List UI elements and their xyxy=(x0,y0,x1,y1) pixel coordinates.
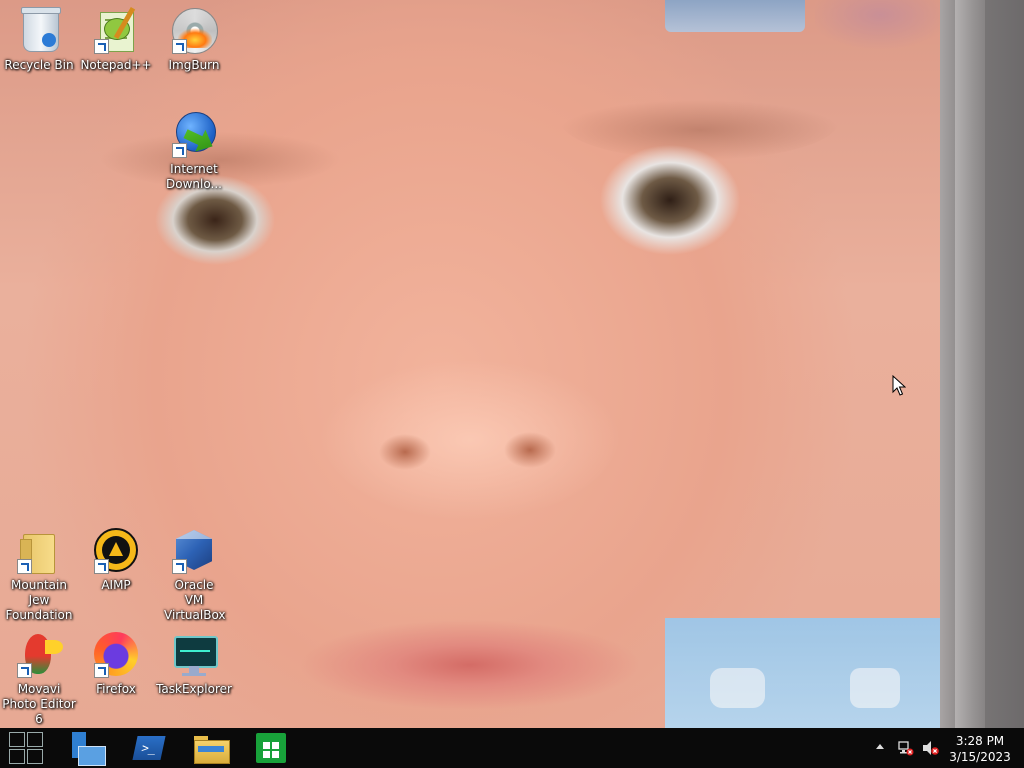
powershell-icon: >_ xyxy=(132,736,166,760)
wallpaper-detail xyxy=(500,428,560,473)
taskbar-file-explorer-button[interactable] xyxy=(184,728,238,768)
shortcut-arrow-icon xyxy=(172,559,187,574)
desktop-wallpaper xyxy=(0,0,1024,728)
wallpaper-detail xyxy=(665,0,805,32)
shortcut-arrow-icon xyxy=(172,39,187,54)
start-button[interactable] xyxy=(0,728,52,768)
taskbar-server-manager-button[interactable] xyxy=(60,728,114,768)
desktop-icon-notepad-plus-plus[interactable]: Notepad++ xyxy=(77,0,155,73)
desktop-icon-movavi-photo-editor[interactable]: Movavi Photo Editor 6 xyxy=(0,624,78,727)
desktop-icon-label: Oracle VM VirtualBox xyxy=(164,578,226,622)
clock-time: 3:28 PM xyxy=(955,734,1005,748)
show-hidden-icons-chevron-icon[interactable] xyxy=(876,744,884,749)
file-explorer-icon xyxy=(194,734,230,764)
shortcut-arrow-icon xyxy=(17,663,32,678)
notepad-plus-plus-icon xyxy=(92,6,140,54)
desktop-icon-taskexplorer[interactable]: TaskExplorer xyxy=(155,624,233,697)
wallpaper-detail xyxy=(815,0,945,55)
internet-download-manager-icon xyxy=(170,110,218,158)
desktop-icon-internet-download-manager[interactable]: Internet Downlo... xyxy=(155,104,233,192)
wallpaper-detail xyxy=(300,610,640,720)
desktop-icon-label: Notepad++ xyxy=(80,58,152,72)
wallpaper-detail xyxy=(665,618,950,728)
desktop-icon-label: Internet Downlo... xyxy=(166,162,222,191)
shortcut-arrow-icon xyxy=(17,559,32,574)
wallpaper-detail xyxy=(955,0,985,728)
desktop-icon-imgburn[interactable]: ImgBurn xyxy=(155,0,233,73)
wallpaper-detail xyxy=(320,340,620,520)
desktop-icon-recycle-bin[interactable]: Recycle Bin xyxy=(0,0,78,73)
desktop-icon-label: ImgBurn xyxy=(168,58,220,72)
folder-icon xyxy=(15,526,63,574)
virtualbox-icon xyxy=(170,526,218,574)
firefox-icon xyxy=(92,630,140,678)
desktop-icon-label: TaskExplorer xyxy=(156,682,232,696)
taskexplorer-icon xyxy=(170,630,218,678)
wallpaper-detail xyxy=(375,430,435,475)
taskbar-clock[interactable]: 3:28 PM 3/15/2023 xyxy=(944,733,1016,765)
desktop-icon-virtualbox[interactable]: Oracle VM VirtualBox xyxy=(155,520,233,623)
desktop-icon-aimp[interactable]: AIMP xyxy=(77,520,155,593)
desktop-icon-firefox[interactable]: Firefox xyxy=(77,624,155,697)
server-manager-icon xyxy=(70,732,106,766)
shortcut-arrow-icon xyxy=(172,143,187,158)
desktop-icon-label: AIMP xyxy=(101,578,131,592)
volume-muted-icon[interactable] xyxy=(922,740,940,756)
windows-logo-icon xyxy=(9,732,43,764)
store-icon xyxy=(256,733,286,763)
imgburn-icon xyxy=(170,6,218,54)
movavi-photo-editor-icon xyxy=(15,630,63,678)
taskbar-store-button[interactable] xyxy=(246,728,296,768)
clock-date: 3/15/2023 xyxy=(949,750,1011,764)
shortcut-arrow-icon xyxy=(94,663,109,678)
desktop-icon-label: Recycle Bin xyxy=(4,58,74,72)
shortcut-arrow-icon xyxy=(94,559,109,574)
taskbar: >_ xyxy=(0,728,1024,768)
shortcut-arrow-icon xyxy=(94,39,109,54)
desktop-icon-mountain-jew-foundation[interactable]: Mountain Jew Foundation xyxy=(0,520,78,623)
desktop-icon-label: Firefox xyxy=(96,682,136,696)
taskbar-powershell-button[interactable]: >_ xyxy=(122,728,176,768)
aimp-icon xyxy=(92,526,140,574)
wallpaper-detail xyxy=(560,120,820,280)
desktop-icon-label: Mountain Jew Foundation xyxy=(5,578,73,622)
recycle-bin-icon xyxy=(15,6,63,54)
network-disconnected-icon[interactable] xyxy=(898,740,914,756)
desktop-icon-label: Movavi Photo Editor 6 xyxy=(2,682,76,726)
